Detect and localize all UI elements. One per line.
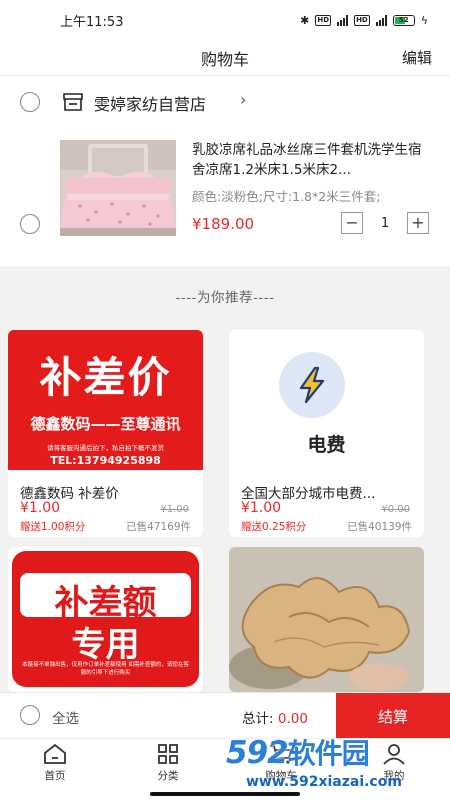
tab-label: 首页 bbox=[44, 770, 66, 782]
card-old-price: ¥0.00 bbox=[381, 504, 410, 515]
user-icon bbox=[383, 744, 405, 765]
card-sold: 已售47169件 bbox=[126, 521, 191, 533]
store-select-radio[interactable] bbox=[20, 92, 40, 112]
product-banner: 补差额 专用 本链接不单独出售，仅用作订单补差额使用 如需补差额的，请您在客服的… bbox=[12, 551, 199, 687]
edit-button[interactable]: 编辑 bbox=[402, 47, 432, 68]
tab-label: 购物车 bbox=[265, 770, 297, 782]
recommend-card[interactable]: 补差价 德鑫数码——至尊通讯 请将客服沟通后拍下，私自拍下概不发货 TEL:13… bbox=[8, 330, 203, 537]
tab-cart[interactable]: 购物车 bbox=[251, 743, 311, 783]
recommend-title: ----为你推荐---- bbox=[175, 290, 275, 306]
chevron-right-icon[interactable]: › bbox=[240, 90, 246, 109]
store-header[interactable]: 雯婷家纺自营店 › bbox=[0, 76, 450, 128]
tab-label: 我的 bbox=[383, 770, 405, 782]
charging-icon: ϟ bbox=[420, 13, 428, 27]
status-bar: 上午11:53 ✱ HD HD 52 ϟ bbox=[0, 0, 450, 40]
product-spec[interactable]: 颜色:淡粉色;尺寸:1.8*2米三件套; bbox=[192, 186, 432, 205]
card-points: 赠送1.00积分 bbox=[20, 521, 86, 533]
product-price: ¥189.00 bbox=[192, 215, 255, 233]
banner-tel: TEL:13794925898 bbox=[50, 454, 161, 467]
grid-icon bbox=[158, 744, 178, 764]
banner-line2: 专用 bbox=[71, 625, 140, 665]
recommend-card[interactable]: 电费 全国大部分城市电费... ¥1.00 ¥0.00 赠送0.25积分 已售4… bbox=[229, 330, 424, 537]
checkout-button[interactable]: 结算 bbox=[336, 693, 450, 739]
card-name: 全国大部分城市电费... bbox=[241, 486, 376, 502]
tab-home[interactable]: 首页 bbox=[25, 743, 85, 783]
tab-mine[interactable]: 我的 bbox=[364, 743, 424, 783]
cart-icon bbox=[270, 745, 293, 764]
product-title[interactable]: 乳胶凉席礼品冰丝席三件套机洗学生宿舍凉席1.2米床1.5米床2... bbox=[192, 140, 430, 180]
quantity-value[interactable]: 1 bbox=[363, 216, 407, 231]
page-title: 购物车 bbox=[200, 49, 249, 69]
tab-label: 分类 bbox=[157, 770, 179, 782]
card-price: ¥1.00 bbox=[20, 500, 61, 516]
signal-icon bbox=[337, 14, 349, 26]
decrease-button[interactable]: − bbox=[341, 212, 363, 234]
status-icons: ✱ HD HD 52 ϟ bbox=[300, 14, 428, 27]
product-banner: 补差价 德鑫数码——至尊通讯 请将客服沟通后拍下，私自拍下概不发货 TEL:13… bbox=[8, 330, 203, 470]
banner-note: 请将客服沟通后拍下，私自拍下概不发货 bbox=[47, 444, 164, 452]
store-name[interactable]: 雯婷家纺自营店 bbox=[94, 91, 206, 115]
product-image[interactable] bbox=[60, 140, 176, 236]
total-label: 总计: bbox=[242, 711, 274, 727]
select-all-label[interactable]: 全选 bbox=[52, 707, 79, 727]
total-amount: 0.00 bbox=[277, 711, 308, 727]
battery-icon: 52 bbox=[392, 14, 415, 26]
store-icon bbox=[63, 93, 83, 111]
banner-main-text: 电费 bbox=[307, 434, 346, 456]
banner-note: 本链接不单独出售，仅用作订单补差额使用 如需补差额的，请您在客服的引导下进行购买 bbox=[22, 662, 189, 676]
hd-icon: HD bbox=[315, 14, 332, 26]
signal-icon-2 bbox=[375, 14, 387, 26]
select-all-radio[interactable] bbox=[20, 705, 40, 725]
card-old-price: ¥1.00 bbox=[160, 504, 189, 515]
cart-bottom-bar: 全选 总计: 0.00 结算 bbox=[0, 692, 450, 739]
bluetooth-icon: ✱ bbox=[300, 13, 310, 27]
total: 总计: 0.00 bbox=[242, 707, 308, 727]
tab-bar: 首页 分类 购物车 我的 bbox=[0, 738, 450, 800]
card-name: 德鑫数码 补差价 bbox=[20, 486, 119, 502]
banner-sub-text: 德鑫数码——至尊通讯 bbox=[30, 415, 181, 433]
tab-category[interactable]: 分类 bbox=[138, 743, 198, 783]
card-sold: 已售40139件 bbox=[347, 521, 412, 533]
card-price: ¥1.00 bbox=[241, 500, 282, 516]
hd-icon-2: HD bbox=[354, 14, 370, 26]
product-banner: 电费 bbox=[229, 330, 424, 470]
product-image bbox=[229, 547, 424, 692]
recommend-card[interactable] bbox=[229, 547, 424, 692]
increase-button[interactable]: + bbox=[407, 212, 429, 234]
home-icon bbox=[44, 743, 66, 764]
item-select-radio[interactable] bbox=[20, 214, 40, 234]
nav-bar: 购物车 编辑 bbox=[0, 40, 450, 76]
recommend-card[interactable]: 补差额 专用 本链接不单独出售，仅用作订单补差额使用 如需补差额的，请您在客服的… bbox=[8, 547, 203, 692]
home-indicator bbox=[150, 792, 300, 796]
quantity-stepper: − 1 + bbox=[341, 212, 429, 234]
lightning-icon bbox=[279, 352, 345, 418]
status-time: 上午11:53 bbox=[60, 14, 124, 30]
card-points: 赠送0.25积分 bbox=[241, 521, 307, 533]
banner-main-text: 补差价 bbox=[39, 353, 172, 402]
